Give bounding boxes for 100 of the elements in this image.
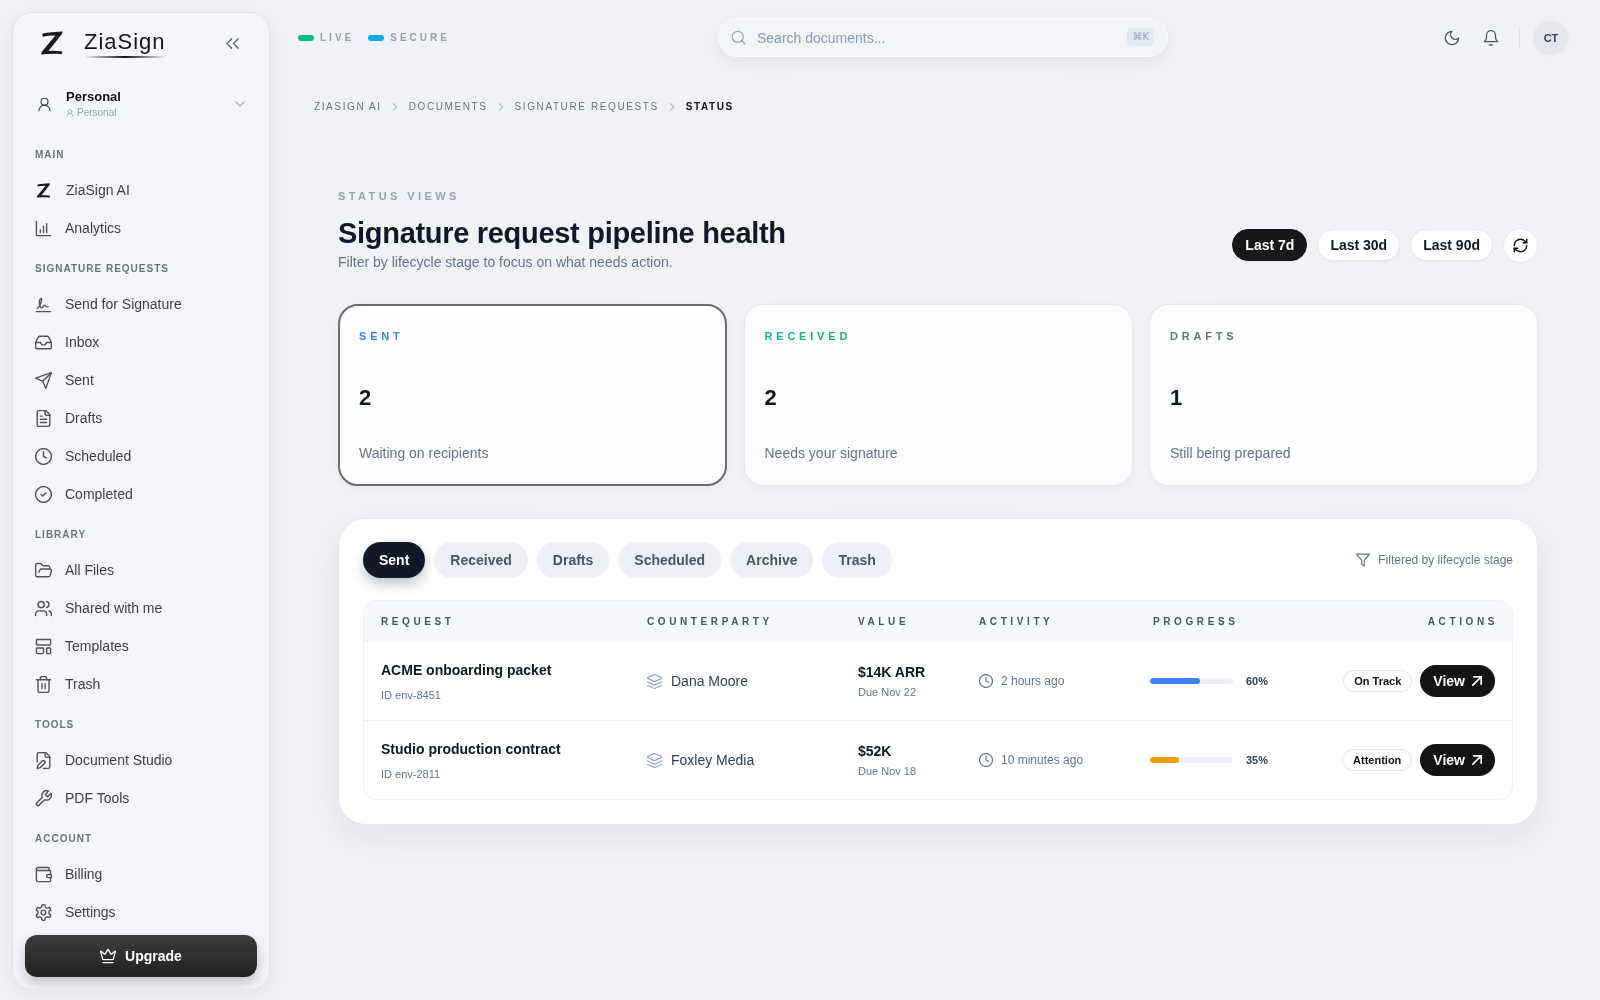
stat-card[interactable]: DRAFTS 1 Still being prepared <box>1149 304 1538 486</box>
clock-icon <box>979 674 993 688</box>
refresh-icon <box>1513 238 1528 253</box>
nav-item[interactable]: Templates <box>13 627 269 665</box>
z-logo-icon <box>40 31 64 55</box>
range-button[interactable]: Last 90d <box>1410 228 1493 261</box>
status-badge: On Track <box>1343 670 1413 692</box>
chevron-right-icon <box>496 103 505 111</box>
nav-item[interactable]: Completed <box>13 475 269 513</box>
page-title: Signature request pipeline health <box>338 216 786 251</box>
range-button[interactable]: Last 30d <box>1317 228 1401 261</box>
user-icon <box>37 96 52 112</box>
nav-item[interactable]: Trash <box>13 665 269 703</box>
trash-icon <box>35 675 52 693</box>
bell-icon[interactable] <box>1483 29 1499 46</box>
filter-tab[interactable]: Archive <box>730 542 814 578</box>
filter-tab[interactable]: Sent <box>363 542 426 578</box>
stat-caption: Waiting on recipients <box>359 444 490 462</box>
filter-note: Filtered by lifecycle stage <box>1378 553 1513 567</box>
folder-icon <box>35 561 52 579</box>
moon-icon[interactable] <box>1444 29 1460 46</box>
user-icon <box>66 108 74 117</box>
layout-grid-icon <box>35 637 52 655</box>
progress-percent: 35% <box>1246 754 1269 766</box>
stat-card[interactable]: RECEIVED 2 Needs your signature <box>743 304 1133 486</box>
request-title: Studio production contract <box>381 739 561 758</box>
request-id: ID env-8451 <box>381 687 441 702</box>
arrow-up-right-icon <box>1472 755 1482 765</box>
status-badge: Attention <box>1342 749 1413 771</box>
settings-icon <box>35 903 52 921</box>
nav-item[interactable]: Send for Signature <box>13 285 269 323</box>
view-button[interactable]: View <box>1420 744 1495 776</box>
view-button[interactable]: View <box>1420 665 1495 697</box>
bar-chart-icon <box>35 219 52 237</box>
range-button[interactable]: Last 7d <box>1232 228 1308 261</box>
crown-icon <box>100 948 117 964</box>
inbox-tray-icon <box>35 333 52 351</box>
deal-value: $14K ARR <box>858 663 926 681</box>
nav-item[interactable]: Billing <box>13 855 269 893</box>
nav-item[interactable]: Settings <box>13 893 269 931</box>
stat-caption: Still being prepared <box>1170 444 1292 462</box>
workspace-name: Personal <box>66 89 121 105</box>
user-avatar[interactable]: CT <box>1532 18 1570 57</box>
wallet-icon <box>35 865 52 883</box>
breadcrumb-item[interactable]: STATUS <box>685 100 734 114</box>
column-header: COUNTERPARTY <box>647 615 774 627</box>
nav-item[interactable]: All Files <box>13 551 269 589</box>
arrow-up-right-icon <box>1472 676 1482 686</box>
stat-label: DRAFTS <box>1170 329 1239 343</box>
upgrade-button[interactable]: Upgrade <box>25 935 257 977</box>
section-heading: SIGNATURE REQUESTS <box>35 262 170 276</box>
section-heading: TOOLS <box>35 718 76 732</box>
column-header: PROGRESS <box>1153 615 1240 627</box>
double-chevron-icon[interactable] <box>226 36 239 50</box>
nav-item[interactable]: Inbox <box>13 323 269 361</box>
stat-value: 2 <box>359 384 373 412</box>
counterparty-name: Foxley Media <box>671 752 755 768</box>
nav-item[interactable]: PDF Tools <box>13 779 269 817</box>
stat-label: SENT <box>359 329 405 343</box>
nav-item[interactable]: Sent <box>13 361 269 399</box>
section-eyebrow: STATUS VIEWS <box>338 189 461 203</box>
nav-item[interactable]: Shared with me <box>13 589 269 627</box>
filter-tab[interactable]: Scheduled <box>618 542 722 578</box>
filter-icon <box>1356 553 1371 567</box>
breadcrumb-item[interactable]: ZIASIGN AI <box>314 100 382 114</box>
filter-tab[interactable]: Trash <box>822 542 892 578</box>
column-header: ACTIONS <box>1427 615 1498 627</box>
counterparty-name: Dana Moore <box>671 673 749 689</box>
status-label: LIVE <box>320 31 355 44</box>
signature-icon <box>35 295 52 313</box>
wrench-icon <box>35 789 52 807</box>
section-heading: LIBRARY <box>35 528 88 542</box>
page-subtitle: Filter by lifecycle stage to focus on what needs action. <box>338 253 674 271</box>
filter-tab[interactable]: Drafts <box>536 542 610 578</box>
nav-item[interactable]: ZiaSign AI <box>13 171 269 209</box>
breadcrumb-item[interactable]: DOCUMENTS <box>408 100 488 114</box>
due-date: Due Nov 22 <box>858 685 917 699</box>
stat-value: 1 <box>1170 384 1184 412</box>
progress-percent: 60% <box>1246 675 1269 687</box>
clock-icon <box>35 447 52 465</box>
column-header: VALUE <box>858 615 911 627</box>
refresh-button[interactable] <box>1503 228 1538 263</box>
nav-item[interactable]: Document Studio <box>13 741 269 779</box>
nav-item[interactable]: Drafts <box>13 399 269 437</box>
stat-card[interactable]: SENT 2 Waiting on recipients <box>338 304 727 486</box>
filter-tab[interactable]: Received <box>434 542 528 578</box>
stat-caption: Needs your signature <box>764 444 899 462</box>
document-icon <box>35 409 52 427</box>
chevron-right-icon <box>667 103 676 111</box>
document-pen-icon <box>35 751 52 769</box>
search-icon <box>731 30 746 45</box>
clock-icon <box>979 753 993 767</box>
workspace-type: Personal <box>77 106 117 119</box>
layers-icon <box>647 752 662 768</box>
deal-value: $52K <box>858 742 892 760</box>
due-date: Due Nov 18 <box>858 764 917 778</box>
nav-item[interactable]: Scheduled <box>13 437 269 475</box>
breadcrumb-item[interactable]: SIGNATURE REQUESTS <box>514 100 659 114</box>
shortcut-hint: ⌘K <box>1127 28 1154 46</box>
nav-item[interactable]: Analytics <box>13 209 269 247</box>
